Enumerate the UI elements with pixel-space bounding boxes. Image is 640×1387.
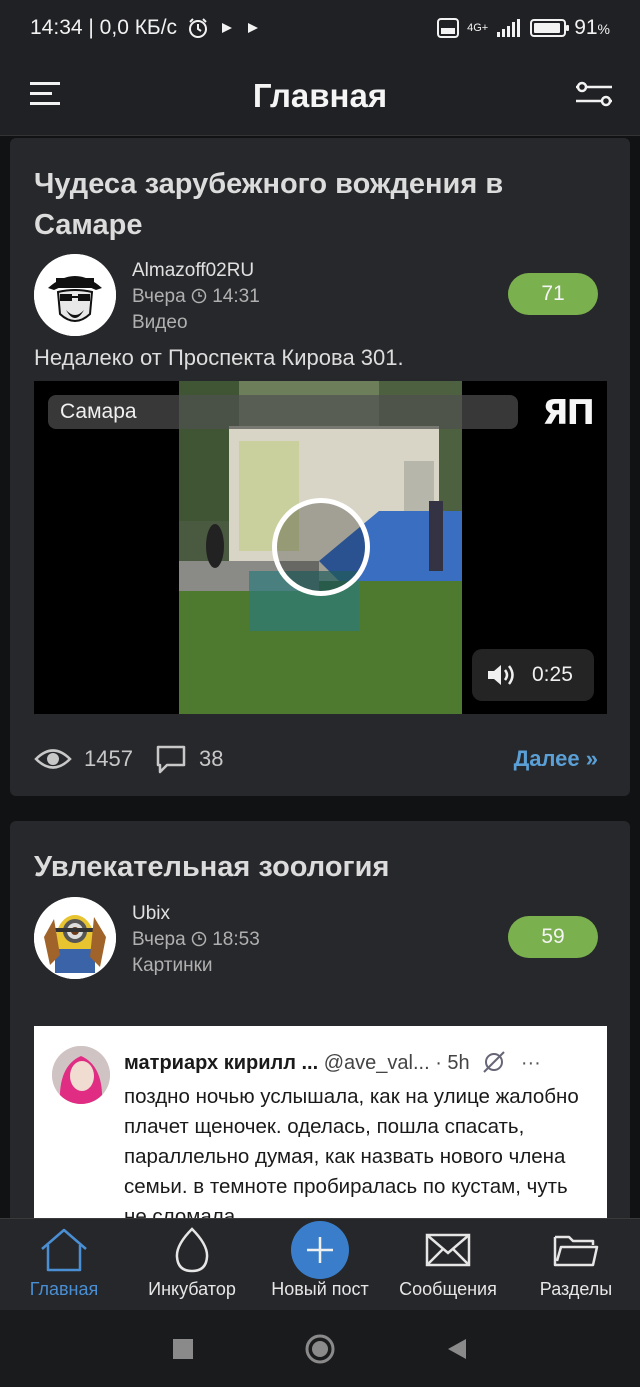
post-datetime: Вчера 14:31 [132, 286, 260, 307]
nav-label-messages: Сообщения [399, 1279, 497, 1299]
video-duration: 0:25 [532, 663, 573, 686]
video-channel-logo: ЯП [542, 393, 595, 433]
clock-icon [191, 931, 207, 947]
folder-icon [553, 1235, 599, 1267]
tweet-author-name: матриарх кирилл ... [124, 1052, 319, 1074]
home-button-icon[interactable] [304, 1333, 336, 1365]
nav-label-new-post: Новый пост [271, 1279, 369, 1299]
nav-label-sections: Разделы [539, 1279, 613, 1299]
tweet-text: поздно ночью услышала, как на улице жало… [124, 1085, 579, 1218]
page-title: Главная [252, 76, 388, 114]
plus-icon [307, 1237, 333, 1263]
no-sync-icon [483, 1051, 505, 1073]
post-title[interactable]: Чудеса зарубежного вождения в Самаре [34, 164, 606, 246]
comments-count[interactable]: 38 [199, 746, 223, 772]
home-icon [41, 1228, 87, 1272]
post-category[interactable]: Картинки [132, 953, 260, 979]
egg-icon [175, 1227, 209, 1273]
post-datetime: Вчера 18:53 [132, 929, 260, 950]
author-name[interactable]: Ubix [132, 901, 260, 927]
system-navigation-bar [0, 1310, 640, 1387]
rating-badge[interactable]: 59 [508, 916, 598, 958]
tweet-avatar-image [52, 1046, 110, 1104]
author-name[interactable]: Almazoff02RU [132, 258, 260, 284]
post-category[interactable]: Видео [132, 310, 260, 336]
media-play-icon-2 [248, 23, 259, 33]
heisenberg-avatar-image [34, 254, 116, 336]
battery-fill [534, 23, 560, 33]
volte-icon [437, 18, 460, 38]
nav-label-home: Главная [29, 1279, 99, 1299]
minion-avatar-image [34, 897, 116, 979]
volume-icon[interactable] [486, 661, 518, 689]
post-title[interactable]: Увлекательная зоология [34, 847, 606, 888]
author-avatar[interactable] [34, 254, 116, 336]
tweet-avatar [52, 1046, 110, 1104]
status-time: 14:34 | 0,0 КБ/с [30, 16, 178, 39]
envelope-icon [425, 1233, 471, 1267]
rating-badge[interactable]: 71 [508, 273, 598, 315]
post-text: Недалеко от Проспекта Кирова 301. [34, 345, 404, 370]
nav-item-sections[interactable]: Разделы [512, 1219, 640, 1310]
nav-item-messages[interactable]: Сообщения [384, 1219, 512, 1310]
recents-icon[interactable] [172, 1338, 194, 1360]
signal-icon [497, 19, 521, 37]
back-icon[interactable] [446, 1338, 468, 1360]
network-type: 4G+ [467, 22, 489, 34]
comment-icon[interactable] [155, 744, 187, 774]
tweet-age: · 5h [435, 1052, 470, 1074]
video-location-label: Самара [48, 395, 518, 429]
media-play-icon [222, 23, 233, 33]
post-card: Увлекательная зоология Ubix Вчера 18:53 … [10, 821, 630, 1218]
tweet-more-icon: ··· [520, 1052, 541, 1074]
video-controls: 0:25 [472, 649, 594, 701]
tweet-image[interactable]: матриарх кирилл ... @ave_val... · 5h ···… [34, 1026, 607, 1218]
post-card: Чудеса зарубежного вождения в Самаре Alm… [10, 138, 630, 796]
filter-settings-icon[interactable] [574, 78, 614, 110]
tweet-handle: @ave_val... [323, 1052, 430, 1074]
post-meta: Almazoff02RU Вчера 14:31 Видео [132, 258, 260, 336]
nav-item-home[interactable]: Главная [0, 1219, 128, 1310]
menu-icon[interactable] [30, 80, 62, 108]
author-avatar[interactable] [34, 897, 116, 979]
app-header: Главная [0, 56, 640, 136]
bottom-navigation: Главная Инкубатор Новый пост Сообщения Р… [0, 1218, 640, 1310]
new-post-button[interactable] [291, 1221, 349, 1279]
video-player[interactable]: Самара ЯП 0:25 [34, 381, 607, 714]
battery-icon [530, 19, 570, 37]
post-meta: Ubix Вчера 18:53 Картинки [132, 901, 260, 979]
play-button[interactable] [272, 498, 370, 596]
read-more-link[interactable]: Далее » [514, 746, 598, 772]
clock-icon [191, 288, 207, 304]
alarm-icon [189, 18, 208, 38]
nav-item-incubator[interactable]: Инкубатор [128, 1219, 256, 1310]
views-count: 1457 [84, 746, 133, 771]
status-bar: 14:34 | 0,0 КБ/с 4G+ 91% [0, 0, 640, 56]
nav-label-incubator: Инкубатор [148, 1279, 236, 1299]
eye-icon [34, 749, 72, 769]
post-stats: 1457 38 [34, 744, 223, 774]
post-feed[interactable]: Чудеса зарубежного вождения в Самаре Alm… [0, 136, 640, 1218]
nav-item-new-post[interactable]: Новый пост [256, 1219, 384, 1310]
battery-percent: 91% [574, 16, 610, 39]
tweet-header: матриарх кирилл ... @ave_val... · 5h ··· [124, 1050, 541, 1075]
